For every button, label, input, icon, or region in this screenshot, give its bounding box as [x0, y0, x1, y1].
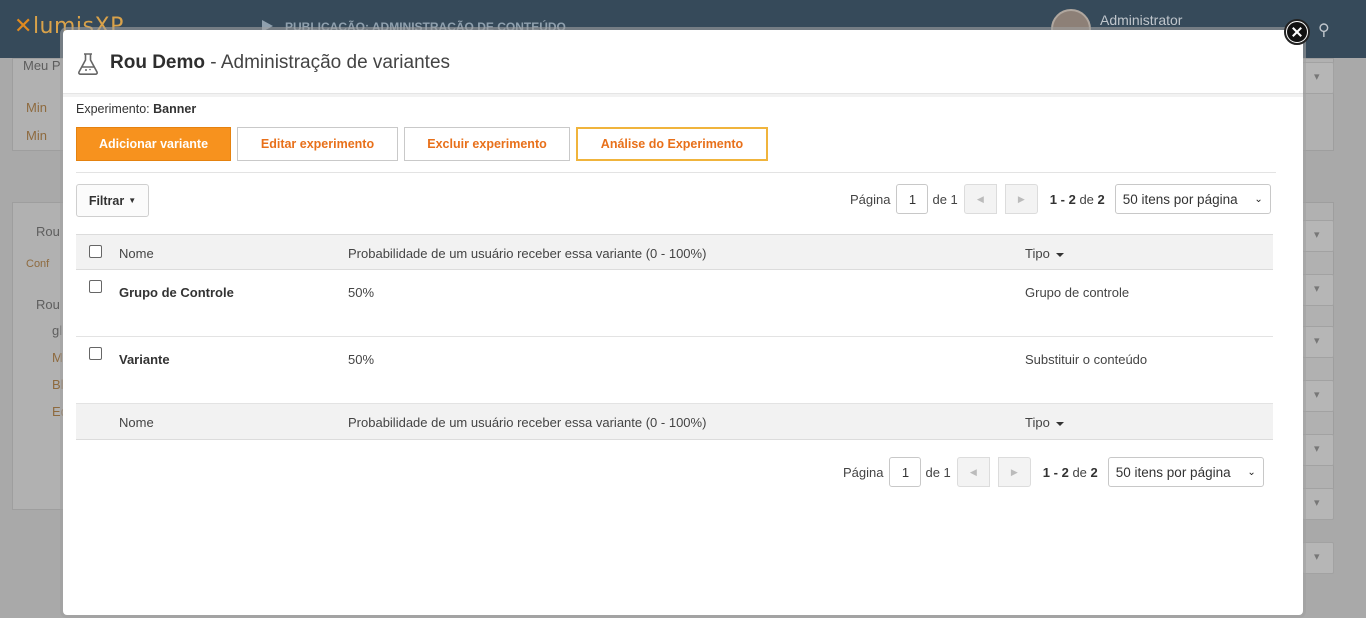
page-label: Página — [843, 464, 884, 480]
bg-dropdown — [1302, 326, 1334, 358]
bg-dropdown — [1302, 274, 1334, 306]
bg-item: Min — [26, 100, 47, 115]
bg-dropdown — [1302, 62, 1334, 94]
filter-button[interactable]: Filtrar ▼ — [76, 184, 149, 217]
variants-table: Nome Probabilidade de um usuário receber… — [76, 234, 1273, 440]
page-input[interactable]: 1 — [889, 457, 922, 487]
page-count: de 1 — [925, 464, 951, 480]
chevron-down-icon: ⌄ — [1254, 193, 1263, 205]
toolbar-divider — [76, 172, 1276, 173]
chevron-left-icon: ◀ — [969, 466, 977, 477]
bg-dropdown — [1302, 542, 1334, 574]
experiment-info: Experimento: Banner — [76, 102, 197, 116]
variants-dialog: Rou Demo - Administração de variantes Ex… — [63, 30, 1303, 615]
close-icon — [1287, 22, 1307, 42]
dialog-title: Rou Demo - Administração de variantes — [110, 52, 451, 73]
row-checkbox[interactable] — [89, 347, 102, 360]
flask-icon — [78, 53, 98, 75]
chevron-right-icon: ▶ — [1017, 193, 1025, 204]
caret-down-icon: ▼ — [128, 196, 137, 205]
page-label: Página — [850, 191, 891, 207]
column-name-header[interactable]: Nome — [119, 246, 154, 261]
bg-item: Conf — [26, 258, 50, 270]
chevron-right-icon: ▶ — [1010, 466, 1018, 477]
variant-name[interactable]: Grupo de Controle — [119, 285, 234, 300]
user-name: Administrator — [1100, 12, 1183, 28]
sort-icon — [1055, 253, 1064, 257]
bg-dropdown — [1302, 380, 1334, 412]
column-type-header[interactable]: Tipo — [1025, 246, 1064, 261]
page-input[interactable]: 1 — [896, 184, 929, 214]
result-range: 1 - 2 de 2 — [1049, 191, 1105, 207]
sort-icon — [1055, 422, 1064, 426]
column-probability-footer[interactable]: Probabilidade de um usuário receber essa… — [348, 415, 706, 430]
page-count: de 1 — [932, 191, 958, 207]
next-page-button[interactable]: ▶ — [1004, 184, 1038, 214]
bg-dropdown — [1302, 434, 1334, 466]
column-name-footer[interactable]: Nome — [119, 415, 154, 430]
items-per-page-select[interactable]: 50 itens por página ⌄ — [1107, 457, 1264, 487]
add-variant-button[interactable]: Adicionar variante — [76, 127, 231, 161]
bg-item: Rou — [36, 224, 60, 239]
select-all-checkbox[interactable] — [89, 245, 102, 258]
dialog-toolbar: Adicionar variante Editar experimento Ex… — [76, 127, 768, 161]
pager-bottom: Página 1 de 1 ◀ ▶ 1 - 2 de 2 50 itens po… — [843, 457, 1264, 487]
table-header: Nome Probabilidade de um usuário receber… — [76, 234, 1273, 270]
bg-item: gl — [52, 323, 63, 338]
delete-experiment-button[interactable]: Excluir experimento — [404, 127, 570, 161]
table-footer: Nome Probabilidade de um usuário receber… — [76, 404, 1273, 440]
table-row[interactable]: Variante 50% Substituir o conteúdo — [76, 337, 1273, 404]
next-page-button[interactable]: ▶ — [997, 457, 1031, 487]
search-icon: ⚲ — [1318, 22, 1330, 39]
column-type-footer[interactable]: Tipo — [1025, 415, 1064, 430]
chevron-down-icon: ⌄ — [1247, 466, 1256, 478]
bg-item: Meu P — [23, 58, 61, 73]
bg-item: Bl — [52, 377, 64, 392]
close-button[interactable] — [1284, 19, 1310, 45]
bg-dropdown — [1302, 220, 1334, 252]
result-range: 1 - 2 de 2 — [1042, 464, 1098, 480]
dialog-header: Rou Demo - Administração de variantes — [63, 30, 1303, 94]
previous-page-button[interactable]: ◀ — [963, 184, 997, 214]
experiment-analysis-button[interactable]: Análise do Experimento — [576, 127, 768, 161]
variant-probability: 50% — [348, 352, 375, 367]
row-checkbox[interactable] — [89, 280, 102, 293]
header-divider — [63, 94, 1303, 97]
variant-type: Grupo de controle — [1025, 285, 1130, 300]
previous-page-button[interactable]: ◀ — [956, 457, 990, 487]
items-per-page-select[interactable]: 50 itens por página ⌄ — [1114, 184, 1271, 214]
bg-item: Rou — [36, 297, 60, 312]
table-row[interactable]: Grupo de Controle 50% Grupo de controle — [76, 270, 1273, 337]
chevron-left-icon: ◀ — [976, 193, 984, 204]
column-probability-header[interactable]: Probabilidade de um usuário receber essa… — [348, 246, 706, 261]
edit-experiment-button[interactable]: Editar experimento — [237, 127, 398, 161]
bg-dropdown — [1302, 488, 1334, 520]
bg-item: M — [52, 350, 63, 365]
pager-top: Página 1 de 1 ◀ ▶ 1 - 2 de 2 50 itens po… — [850, 184, 1271, 214]
variant-name[interactable]: Variante — [119, 352, 170, 367]
bg-item: Min — [26, 128, 47, 143]
variant-probability: 50% — [348, 285, 375, 300]
variant-type: Substituir o conteúdo — [1025, 352, 1148, 367]
